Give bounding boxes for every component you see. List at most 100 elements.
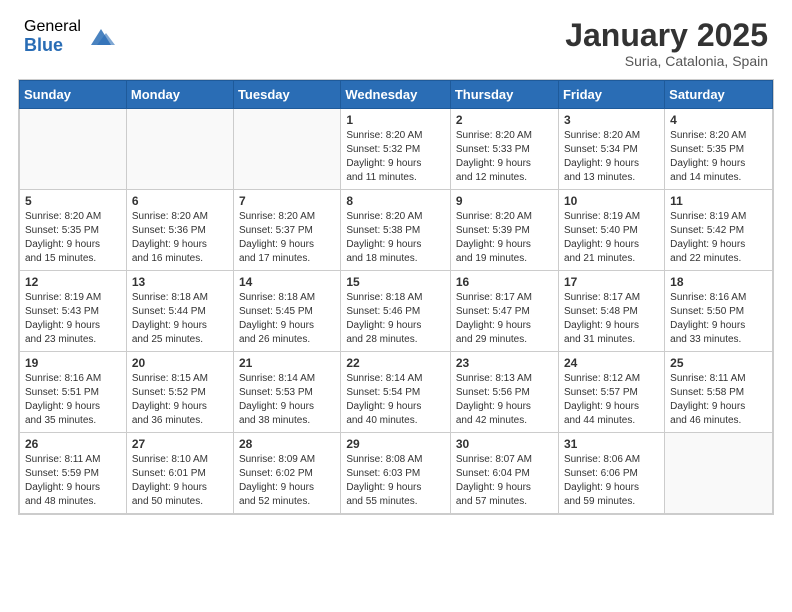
calendar-cell: 1Sunrise: 8:20 AM Sunset: 5:32 PM Daylig…: [341, 109, 451, 190]
day-info: Sunrise: 8:18 AM Sunset: 5:44 PM Dayligh…: [132, 291, 228, 347]
header-saturday: Saturday: [665, 81, 773, 109]
logo: General Blue: [24, 18, 115, 55]
calendar-cell: 10 Sunrise: 8:19 AM Sunset: 5:40 PM Dayli…: [558, 190, 664, 271]
calendar-cell: 3 Sunrise: 8:20 AM Sunset: 5:34 PM Daylig…: [558, 109, 664, 190]
day-number: 9: [456, 194, 553, 208]
day-info: Sunrise: 8:15 AM Sunset: 5:52 PM Dayligh…: [132, 372, 228, 428]
calendar-cell: [233, 109, 340, 190]
calendar-cell: 30 Sunrise: 8:07 AM Sunset: 6:04 PM Dayli…: [450, 433, 558, 514]
day-info: Sunrise: 8:17 AM Sunset: 5:47 PM Dayligh…: [456, 291, 553, 347]
calendar-cell: 5 Sunrise: 8:20 AM Sunset: 5:35 PM Daylig…: [20, 190, 127, 271]
calendar-cell: 17Sunrise: 8:17 AM Sunset: 5:48 PM Dayli…: [558, 271, 664, 352]
calendar-week-row: 12 Sunrise: 8:19 AM Sunset: 5:43 PM Dayli…: [20, 271, 773, 352]
day-info: Sunrise: 8:20 AM Sunset: 5:35 PM Dayligh…: [25, 210, 121, 266]
day-number: 5: [25, 194, 121, 208]
day-number: 4: [670, 113, 767, 127]
day-info: Sunrise: 8:19 AM Sunset: 5:40 PM Dayligh…: [564, 210, 659, 266]
day-number: 3: [564, 113, 659, 127]
day-number: 11: [670, 194, 767, 208]
calendar-cell: 22 Sunrise: 8:14 AM Sunset: 5:54 PM Dayli…: [341, 352, 451, 433]
day-info: Sunrise: 8:12 AM Sunset: 5:57 PM Dayligh…: [564, 372, 659, 428]
day-info: Sunrise: 8:16 AM Sunset: 5:51 PM Dayligh…: [25, 372, 121, 428]
logo-blue: Blue: [24, 36, 81, 56]
day-number: 19: [25, 356, 121, 370]
day-number: 31: [564, 437, 659, 451]
calendar-cell: 31 Sunrise: 8:06 AM Sunset: 6:06 PM Dayli…: [558, 433, 664, 514]
calendar-cell: 8 Sunrise: 8:20 AM Sunset: 5:38 PM Daylig…: [341, 190, 451, 271]
calendar-cell: 11 Sunrise: 8:19 AM Sunset: 5:42 PM Dayli…: [665, 190, 773, 271]
calendar-cell: 9Sunrise: 8:20 AM Sunset: 5:39 PM Daylig…: [450, 190, 558, 271]
day-number: 20: [132, 356, 228, 370]
calendar-cell: 19 Sunrise: 8:16 AM Sunset: 5:51 PM Dayli…: [20, 352, 127, 433]
header-friday: Friday: [558, 81, 664, 109]
day-number: 6: [132, 194, 228, 208]
day-info: Sunrise: 8:14 AM Sunset: 5:54 PM Dayligh…: [346, 372, 445, 428]
day-number: 15: [346, 275, 445, 289]
calendar-cell: 12 Sunrise: 8:19 AM Sunset: 5:43 PM Dayli…: [20, 271, 127, 352]
day-info: Sunrise: 8:11 AM Sunset: 5:59 PM Dayligh…: [25, 453, 121, 509]
calendar-cell: 21 Sunrise: 8:14 AM Sunset: 5:53 PM Dayli…: [233, 352, 340, 433]
header-sunday: Sunday: [20, 81, 127, 109]
day-number: 7: [239, 194, 335, 208]
calendar-cell: 15 Sunrise: 8:18 AM Sunset: 5:46 PM Dayli…: [341, 271, 451, 352]
month-title: January 2025: [565, 18, 768, 53]
day-number: 18: [670, 275, 767, 289]
day-number: 21: [239, 356, 335, 370]
day-number: 29: [346, 437, 445, 451]
page: General Blue January 2025 Suria, Catalon…: [0, 0, 792, 612]
day-number: 8: [346, 194, 445, 208]
calendar-week-row: 19 Sunrise: 8:16 AM Sunset: 5:51 PM Dayli…: [20, 352, 773, 433]
calendar-cell: 13Sunrise: 8:18 AM Sunset: 5:44 PM Dayli…: [126, 271, 233, 352]
day-info: Sunrise: 8:13 AM Sunset: 5:56 PM Dayligh…: [456, 372, 553, 428]
calendar-cell: 29 Sunrise: 8:08 AM Sunset: 6:03 PM Dayli…: [341, 433, 451, 514]
day-info: Sunrise: 8:18 AM Sunset: 5:45 PM Dayligh…: [239, 291, 335, 347]
calendar-cell: 24 Sunrise: 8:12 AM Sunset: 5:57 PM Dayli…: [558, 352, 664, 433]
day-number: 26: [25, 437, 121, 451]
day-info: Sunrise: 8:18 AM Sunset: 5:46 PM Dayligh…: [346, 291, 445, 347]
day-number: 24: [564, 356, 659, 370]
logo-icon: [87, 23, 115, 51]
header-tuesday: Tuesday: [233, 81, 340, 109]
day-number: 27: [132, 437, 228, 451]
day-info: Sunrise: 8:07 AM Sunset: 6:04 PM Dayligh…: [456, 453, 553, 509]
day-number: 30: [456, 437, 553, 451]
calendar-cell: 14 Sunrise: 8:18 AM Sunset: 5:45 PM Dayli…: [233, 271, 340, 352]
day-info: Sunrise: 8:19 AM Sunset: 5:43 PM Dayligh…: [25, 291, 121, 347]
calendar-cell: [126, 109, 233, 190]
day-number: 16: [456, 275, 553, 289]
calendar-cell: 28Sunrise: 8:09 AM Sunset: 6:02 PM Dayli…: [233, 433, 340, 514]
day-info: Sunrise: 8:20 AM Sunset: 5:33 PM Dayligh…: [456, 129, 553, 185]
calendar-cell: 6Sunrise: 8:20 AM Sunset: 5:36 PM Daylig…: [126, 190, 233, 271]
day-number: 23: [456, 356, 553, 370]
calendar-cell: 27Sunrise: 8:10 AM Sunset: 6:01 PM Dayli…: [126, 433, 233, 514]
day-info: Sunrise: 8:16 AM Sunset: 5:50 PM Dayligh…: [670, 291, 767, 347]
calendar-cell: [20, 109, 127, 190]
logo-general: General: [24, 18, 81, 36]
day-info: Sunrise: 8:20 AM Sunset: 5:35 PM Dayligh…: [670, 129, 767, 185]
day-info: Sunrise: 8:14 AM Sunset: 5:53 PM Dayligh…: [239, 372, 335, 428]
day-info: Sunrise: 8:08 AM Sunset: 6:03 PM Dayligh…: [346, 453, 445, 509]
day-number: 22: [346, 356, 445, 370]
calendar-week-row: 1Sunrise: 8:20 AM Sunset: 5:32 PM Daylig…: [20, 109, 773, 190]
day-number: 28: [239, 437, 335, 451]
day-number: 14: [239, 275, 335, 289]
day-number: 12: [25, 275, 121, 289]
day-info: Sunrise: 8:06 AM Sunset: 6:06 PM Dayligh…: [564, 453, 659, 509]
day-info: Sunrise: 8:20 AM Sunset: 5:37 PM Dayligh…: [239, 210, 335, 266]
calendar-cell: 18 Sunrise: 8:16 AM Sunset: 5:50 PM Dayli…: [665, 271, 773, 352]
header-wednesday: Wednesday: [341, 81, 451, 109]
day-number: 17: [564, 275, 659, 289]
day-number: 25: [670, 356, 767, 370]
day-info: Sunrise: 8:19 AM Sunset: 5:42 PM Dayligh…: [670, 210, 767, 266]
calendar-header-row: Sunday Monday Tuesday Wednesday Thursday…: [20, 81, 773, 109]
day-number: 10: [564, 194, 659, 208]
day-info: Sunrise: 8:20 AM Sunset: 5:34 PM Dayligh…: [564, 129, 659, 185]
calendar-cell: 20 Sunrise: 8:15 AM Sunset: 5:52 PM Dayli…: [126, 352, 233, 433]
calendar: Sunday Monday Tuesday Wednesday Thursday…: [18, 79, 774, 515]
calendar-cell: 4 Sunrise: 8:20 AM Sunset: 5:35 PM Daylig…: [665, 109, 773, 190]
day-info: Sunrise: 8:20 AM Sunset: 5:32 PM Dayligh…: [346, 129, 445, 185]
calendar-cell: [665, 433, 773, 514]
header-thursday: Thursday: [450, 81, 558, 109]
day-info: Sunrise: 8:20 AM Sunset: 5:38 PM Dayligh…: [346, 210, 445, 266]
header: General Blue January 2025 Suria, Catalon…: [0, 0, 792, 79]
